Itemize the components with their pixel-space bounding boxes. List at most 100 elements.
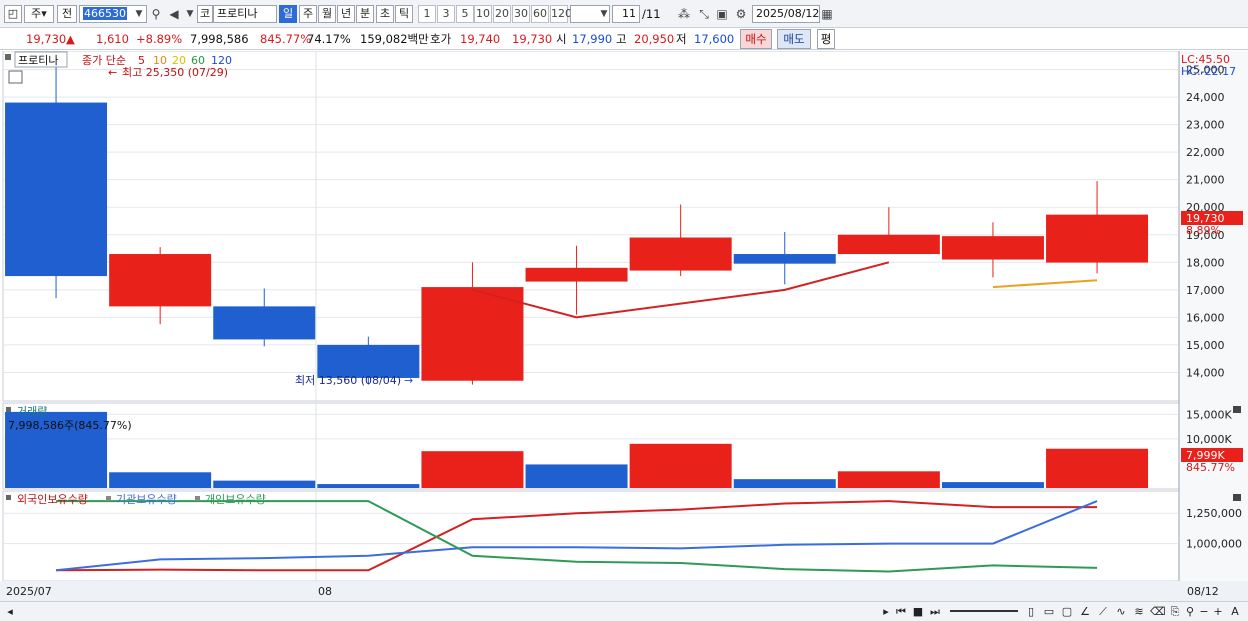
- stop-icon[interactable]: ■: [911, 604, 925, 620]
- magnifier-icon[interactable]: ⚲: [1184, 604, 1196, 620]
- high-note: 최고 25,350 (07/29): [122, 66, 228, 79]
- interval-button-3[interactable]: 3: [437, 5, 455, 23]
- volume-percent: 845.77%: [260, 32, 312, 46]
- save-icon[interactable]: ▣: [714, 5, 730, 23]
- rewind-icon[interactable]: ⏮: [894, 604, 908, 620]
- candle-up: [941, 236, 1044, 260]
- trend-tool-icon[interactable]: ∠: [1078, 604, 1092, 620]
- volume-summary: 7,998,586주(845.77%): [8, 419, 132, 432]
- holding-panel-handle-icon[interactable]: [6, 495, 11, 500]
- candle-up: [629, 237, 732, 271]
- layout-1-icon[interactable]: ▯: [1024, 604, 1038, 620]
- toolbar: ◰ 주▾ 전 466530 ▼ ⚲ ◀ ▼ 코 프로티나 일주월년분초틱 135…: [0, 0, 1248, 28]
- candle-down: [733, 254, 836, 264]
- speaker-icon[interactable]: ◀: [166, 5, 182, 23]
- price-tick-label: 14,000: [1186, 366, 1225, 379]
- individual-title: 개인보유수량: [205, 493, 266, 506]
- layout-3-icon[interactable]: ▢: [1060, 604, 1074, 620]
- copy-icon[interactable]: ⎘: [1168, 604, 1182, 620]
- period-button-5[interactable]: 초: [376, 5, 394, 23]
- compare-icon[interactable]: ⁂: [676, 5, 692, 23]
- candle-up: [525, 267, 628, 282]
- high-label: 고: [616, 32, 627, 46]
- line-tool-icon[interactable]: ⟋: [1096, 604, 1110, 620]
- zoom-out-icon[interactable]: −: [1198, 604, 1210, 620]
- scroll-right-icon[interactable]: ▸: [880, 604, 892, 620]
- count-input[interactable]: 11: [612, 5, 640, 23]
- draw-tool-icon[interactable]: ⤡: [696, 5, 712, 23]
- settings-gear-icon[interactable]: ⚙: [733, 5, 749, 23]
- price-tick-label: 18,000: [1186, 256, 1225, 269]
- interval-button-60[interactable]: 60: [531, 5, 549, 23]
- last-volume-pct: 845.77%: [1186, 461, 1235, 474]
- price-tick-label: 22,000: [1186, 146, 1225, 159]
- search-icon[interactable]: ⚲: [148, 5, 164, 23]
- period-select[interactable]: 주▾: [24, 5, 54, 23]
- window-menu-icon[interactable]: ◰: [4, 5, 22, 23]
- interval-button-10[interactable]: 10: [474, 5, 492, 23]
- volume-panel-handle-icon[interactable]: [6, 407, 11, 412]
- period-button-3[interactable]: 년: [337, 5, 355, 23]
- change-percent: +8.89%: [136, 32, 183, 46]
- calendar-icon[interactable]: ▦: [819, 5, 835, 23]
- interval-button-5[interactable]: 5: [456, 5, 474, 23]
- stock-name-tag: 프로티나: [18, 54, 58, 67]
- dropdown-arrow-icon[interactable]: ▼: [131, 5, 147, 23]
- forward-icon[interactable]: ⏭: [928, 604, 942, 620]
- volume-bar: [109, 472, 212, 488]
- holding-panel-frame: [2, 490, 1180, 582]
- stock-name-field[interactable]: 프로티나: [213, 5, 277, 23]
- low-note: 최저 13,560 (08/04): [295, 374, 401, 387]
- period-button-0[interactable]: 일: [279, 5, 297, 23]
- stock-code-value: 466530: [83, 7, 127, 20]
- interval-button-1[interactable]: 1: [418, 5, 436, 23]
- x-label-month: 08: [318, 585, 332, 598]
- eval-button[interactable]: 평: [817, 29, 835, 49]
- price-change: 1,610: [96, 32, 129, 46]
- interval-button-120[interactable]: 120: [550, 5, 572, 23]
- fibo-tool-icon[interactable]: ≋: [1132, 604, 1146, 620]
- volume-bar: [213, 480, 316, 488]
- scroll-left-icon[interactable]: ◂: [4, 604, 16, 620]
- volume-bar: [1046, 448, 1149, 488]
- interval-button-20[interactable]: 20: [493, 5, 511, 23]
- sell-button[interactable]: 매도: [777, 29, 811, 49]
- prev-button[interactable]: 전: [57, 5, 77, 23]
- price-tick-label: 23,000: [1186, 119, 1225, 132]
- scroll-bar[interactable]: ◂ ▸ ⏮ ■ ⏭ ▯ ▭ ▢ ∠ ⟋ ∿ ≋ ⌫ ⎘ ⚲ − + A: [0, 601, 1248, 621]
- zoom-in-icon[interactable]: +: [1212, 604, 1224, 620]
- volume-bar: [525, 464, 628, 488]
- interval-button-30[interactable]: 30: [512, 5, 530, 23]
- period-button-2[interactable]: 월: [318, 5, 336, 23]
- price-panel-frame: [2, 51, 1180, 402]
- foreign-title: 외국인보유수량: [17, 493, 88, 506]
- table-toggle-icon[interactable]: [8, 70, 23, 84]
- buy-button[interactable]: 매수: [740, 29, 772, 49]
- date-input[interactable]: 2025/08/12: [752, 5, 820, 23]
- last-pct-label: 8.89%: [1186, 224, 1221, 237]
- x-label-start: 2025/07: [6, 585, 52, 598]
- period-button-4[interactable]: 분: [356, 5, 374, 23]
- holding-panel-close-icon[interactable]: [1233, 494, 1241, 501]
- wave-tool-icon[interactable]: ∿: [1114, 604, 1128, 620]
- quote-bar: 19,730 ▲ 1,610 +8.89% 7,998,586 845.77% …: [0, 28, 1248, 50]
- holding-tick-label: 1,250,000: [1186, 507, 1242, 520]
- panel-handle-icon[interactable]: [5, 54, 11, 60]
- volume-tick-label: 10,000K: [1186, 433, 1232, 446]
- low-marker-arrow: →: [404, 374, 413, 387]
- period-button-1[interactable]: 주: [299, 5, 317, 23]
- individual-marker-icon: [195, 496, 200, 501]
- auto-scale-icon[interactable]: A: [1228, 604, 1242, 620]
- chart-canvas[interactable]: 14,00015,00016,00017,00018,00019,00020,0…: [0, 51, 1248, 601]
- zoom-slider[interactable]: [950, 610, 1018, 612]
- layout-2-icon[interactable]: ▭: [1042, 604, 1056, 620]
- chart-area[interactable]: 14,000 15,000 16,000 17,000 18,000 19,000 20,0…: [0, 51, 1248, 601]
- eraser-icon[interactable]: ⌫: [1150, 604, 1166, 620]
- volume-panel-close-icon[interactable]: [1233, 406, 1241, 413]
- interval-dropdown-icon[interactable]: ▼: [596, 5, 612, 23]
- institution-title: 기관보유수량: [116, 493, 177, 506]
- speaker-dropdown-icon[interactable]: ▼: [182, 5, 198, 23]
- price-tick-label: 17,000: [1186, 284, 1225, 297]
- period-button-6[interactable]: 틱: [395, 5, 413, 23]
- count-total: /11: [642, 7, 661, 21]
